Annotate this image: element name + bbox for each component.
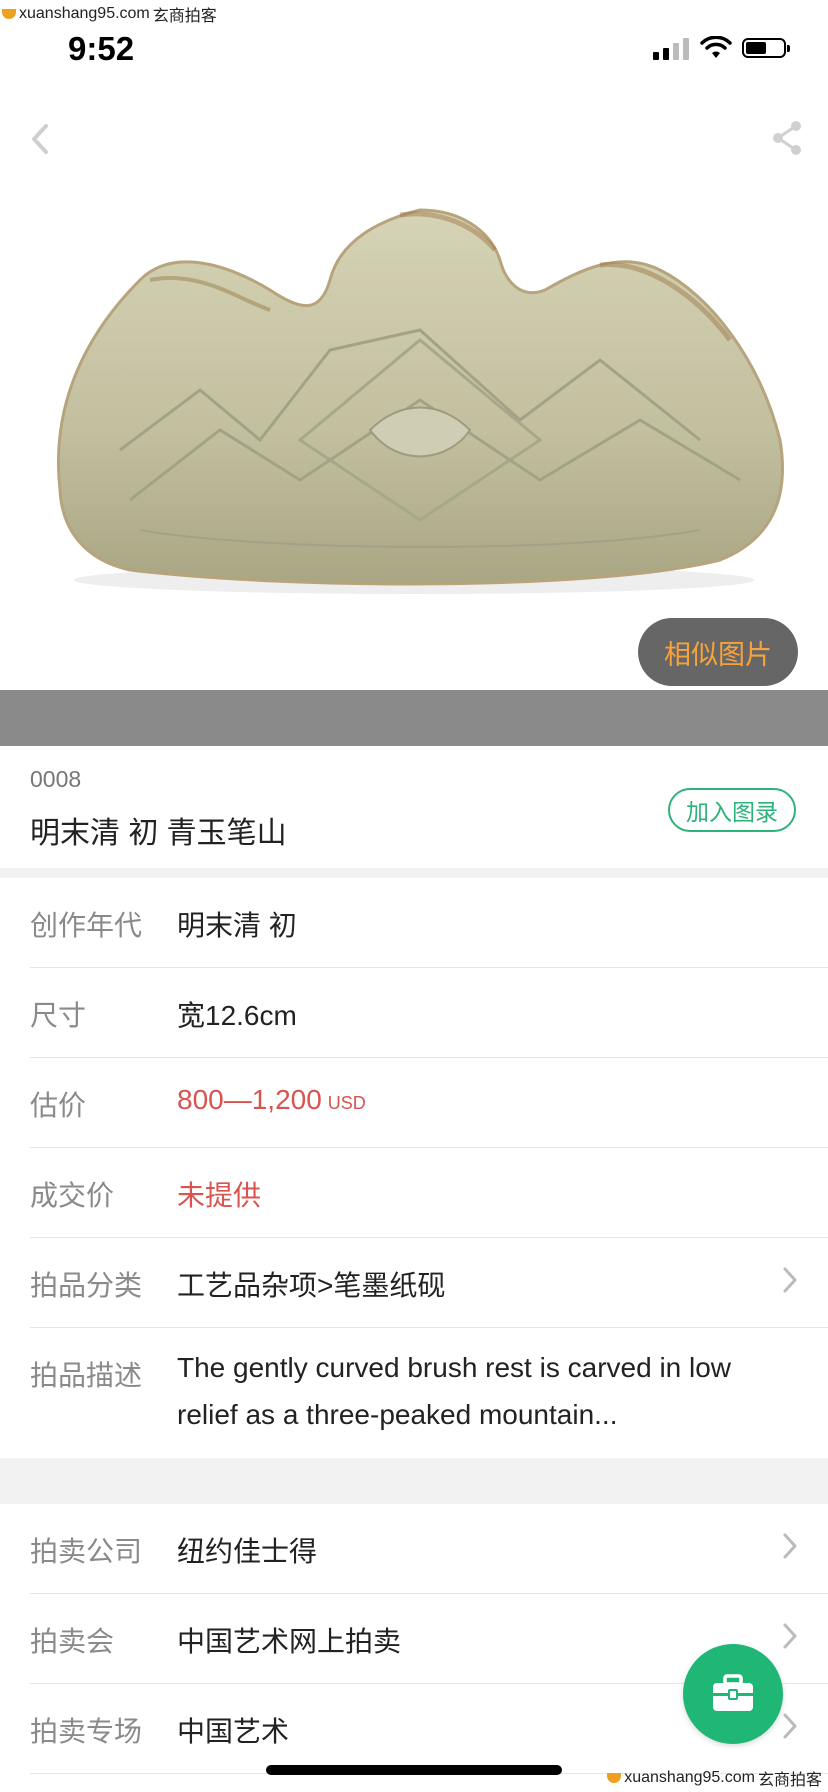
watermark-bottom: xuanshang95.com 玄商拍客 [607,1766,822,1790]
chevron-right-icon [783,1623,797,1649]
auction-row-company[interactable]: 拍卖公司 纽约佳士得 [30,1504,828,1594]
company-label: 拍卖公司 [30,1536,143,1567]
section-gap [0,1458,828,1504]
watermark-url: xuanshang95.com [624,1769,755,1786]
detail-row-era: 创作年代 明末清 初 [30,878,828,968]
estimate-value: 800—1,200 [177,1084,322,1115]
watermark-url: xuanshang95.com [19,5,150,22]
company-value: 纽约佳士得 [177,1536,318,1567]
detail-row-description: 拍品描述 The gently curved brush rest is car… [30,1328,828,1458]
chevron-right-icon [783,1267,797,1293]
session-value: 中国艺术 [177,1716,290,1747]
watermark-brand: 玄商拍客 [152,8,217,25]
battery-icon [742,38,790,58]
home-indicator [266,1765,562,1775]
detail-row-size: 尺寸 宽12.6cm [30,968,828,1058]
jade-brush-rest-image [57,208,784,594]
era-label: 创作年代 [30,910,143,941]
size-label: 尺寸 [30,1000,87,1031]
lot-number: 0008 [30,766,82,792]
watermark-top: xuanshang95.com 玄商拍客 [2,2,217,26]
chevron-right-icon [783,1713,797,1739]
status-time: 9:52 [68,30,135,67]
era-value: 明末清 初 [177,910,297,941]
sold-price-value: 未提供 [177,1180,262,1211]
briefcase-icon [713,1674,753,1711]
sale-label: 拍卖会 [30,1626,115,1657]
similar-images-button[interactable]: 相似图片 [638,618,798,686]
watermark-brand: 玄商拍客 [757,1772,822,1789]
estimate-label: 估价 [30,1090,87,1121]
session-label: 拍卖专场 [30,1716,143,1747]
back-chevron-icon[interactable] [28,122,52,156]
share-icon[interactable] [770,120,804,156]
category-value: 工艺品杂项>笔墨纸砚 [177,1270,446,1301]
estimate-currency: USD [327,1093,366,1113]
detail-row-sold-price: 成交价 未提供 [30,1148,828,1238]
section-divider [0,868,828,878]
watermark-logo-icon [607,1773,622,1783]
chevron-right-icon [783,1533,797,1559]
detail-row-category[interactable]: 拍品分类 工艺品杂项>笔墨纸砚 [30,1238,828,1328]
sale-value: 中国艺术网上拍卖 [177,1626,402,1657]
lot-title: 明末清 初 青玉笔山 [30,817,287,850]
detail-row-estimate: 估价 800—1,200 USD [30,1058,828,1148]
size-value: 宽12.6cm [177,1000,297,1031]
wifi-icon [700,36,732,58]
description-label: 拍品描述 [30,1360,143,1391]
estimate-value-wrap: 800—1,200 USD [177,1084,366,1116]
image-pager-band [0,690,828,746]
lot-header: 0008 明末清 初 青玉笔山 加入图录 [0,746,828,868]
description-value: The gently curved brush rest is carved i… [177,1352,732,1430]
add-to-catalog-button[interactable]: 加入图录 [668,788,796,832]
sold-price-label: 成交价 [30,1180,115,1211]
cellular-signal-icon [653,38,689,60]
lot-image[interactable] [0,100,828,690]
category-label: 拍品分类 [30,1270,143,1301]
watermark-logo-icon [2,9,16,19]
briefcase-fab-button[interactable] [683,1644,783,1744]
